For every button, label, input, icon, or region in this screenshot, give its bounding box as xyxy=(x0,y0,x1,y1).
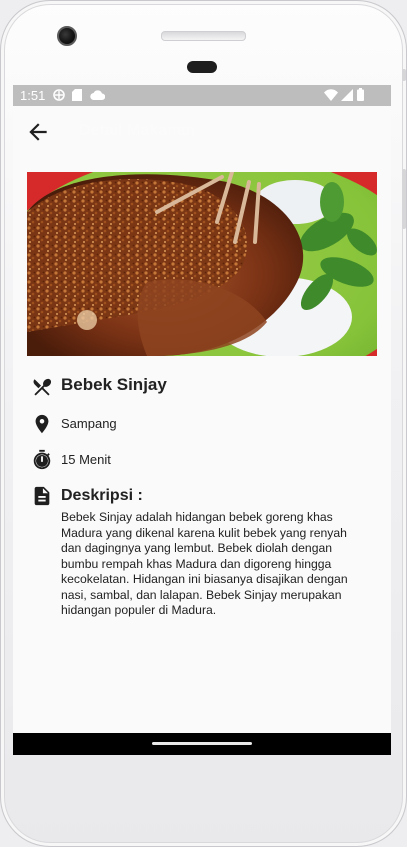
earpiece-speaker xyxy=(161,31,246,41)
vpn-icon xyxy=(53,89,65,101)
navigation-bar xyxy=(13,733,391,755)
app-bar: Detail Makanan xyxy=(13,106,391,156)
screen: 1:51 Detail Makanan Bebek Sinjay Sampang… xyxy=(13,85,391,755)
food-location: Sampang xyxy=(61,416,117,431)
phone-frame: 1:51 Detail Makanan Bebek Sinjay Sampang… xyxy=(0,0,407,847)
front-camera xyxy=(57,26,77,46)
restaurant-icon xyxy=(33,378,52,396)
cloud-icon xyxy=(90,90,105,100)
sd-card-icon xyxy=(72,89,82,101)
arrow-back-icon[interactable] xyxy=(25,119,51,145)
proximity-sensor xyxy=(187,61,217,73)
page-title: Detail Makanan xyxy=(79,122,196,139)
power-button xyxy=(402,69,406,81)
food-image xyxy=(27,172,377,356)
status-time: 1:51 xyxy=(20,88,46,103)
status-bar: 1:51 xyxy=(13,85,391,106)
home-gesture-pill[interactable] xyxy=(152,742,252,745)
description-heading: Deskripsi : xyxy=(61,487,143,504)
location-pin-icon xyxy=(35,414,49,434)
food-name: Bebek Sinjay xyxy=(61,375,167,394)
description-text: Bebek Sinjay adalah hidangan bebek goren… xyxy=(61,510,348,617)
food-duration: 15 Menit xyxy=(61,452,111,467)
signal-icon xyxy=(341,89,353,101)
document-icon xyxy=(34,486,50,506)
volume-button xyxy=(402,169,406,229)
wifi-icon xyxy=(324,89,338,101)
timer-icon xyxy=(33,449,51,470)
battery-icon xyxy=(357,88,364,101)
